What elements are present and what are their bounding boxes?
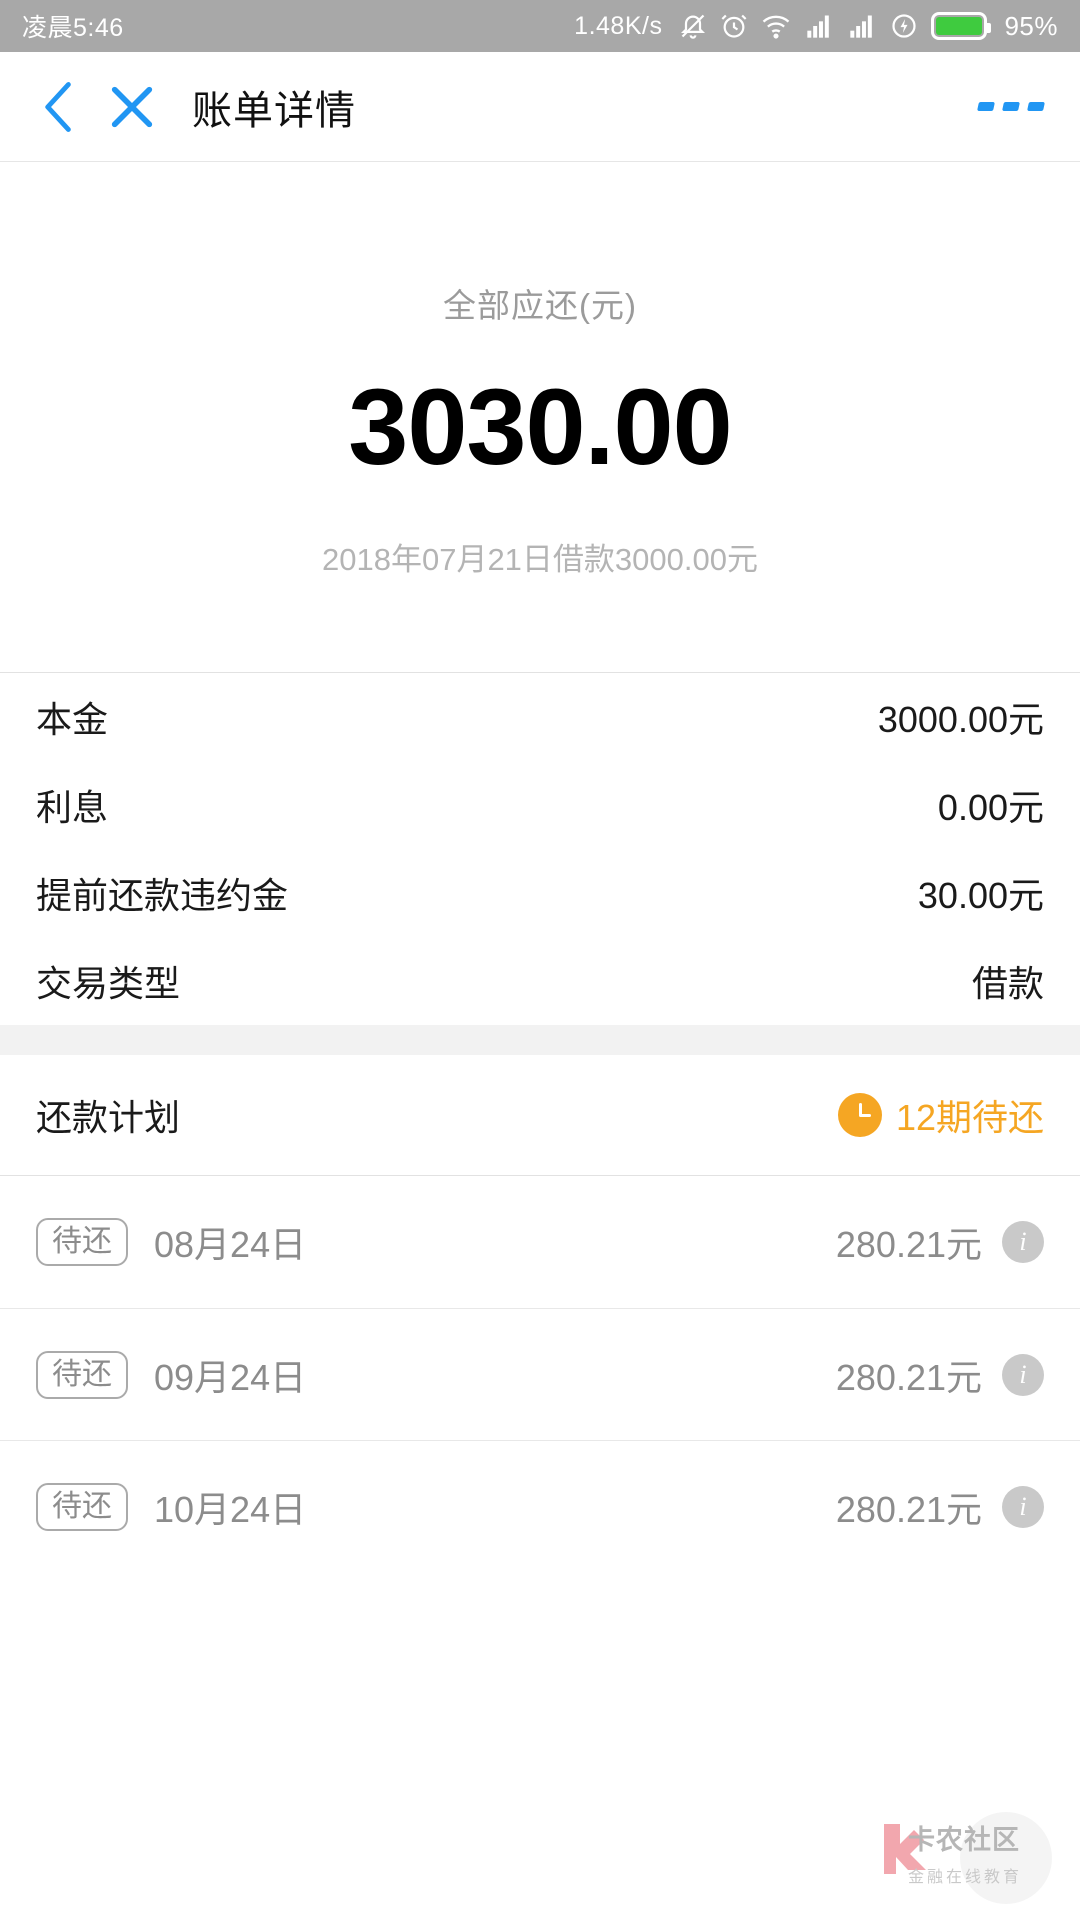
list-item[interactable]: 待还 08月24日 280.21元 i: [0, 1176, 1080, 1308]
list-item[interactable]: 待还 10月24日 280.21元 i: [0, 1440, 1080, 1572]
installment-right: 280.21元 i: [836, 1216, 1044, 1268]
summary-section: 全部应还(元) 3030.00 2018年07月21日借款3000.00元: [0, 162, 1080, 672]
info-circle-icon[interactable]: i: [1002, 1221, 1044, 1263]
installment-date: 08月24日: [154, 1224, 307, 1265]
table-row: 本金 3000.00元: [36, 673, 1044, 761]
status-bar-left: 凌晨5:46: [22, 8, 124, 44]
battery-icon: [931, 12, 992, 40]
installment-amount: 280.21元: [835, 1356, 982, 1398]
watermark-text: 卡农社区 金融在线教育: [908, 1818, 1022, 1887]
loan-details-list: 本金 3000.00元 利息 0.00元 提前还款违约金 30.00元 交易类型…: [0, 673, 1080, 1025]
watermark-name: 卡农社区: [908, 1825, 1020, 1856]
installment-right: 280.21元 i: [836, 1349, 1044, 1401]
total-due-label: 全部应还(元): [443, 287, 637, 325]
network-speed-text: 1.48K/s: [574, 11, 663, 40]
back-chevron-icon[interactable]: [36, 77, 82, 137]
row-value: 3000.00元: [877, 699, 1044, 740]
page-title: 账单详情: [192, 87, 356, 134]
total-due-amount: 3030.00: [348, 366, 732, 488]
info-circle-icon[interactable]: i: [1002, 1485, 1044, 1528]
watermark-circle: [960, 1812, 1052, 1904]
list-item[interactable]: 待还 09月24日 280.21元 i: [0, 1308, 1080, 1440]
row-label: 提前还款违约金: [36, 875, 289, 916]
installment-amount: 280.21元: [835, 1488, 982, 1530]
info-circle-icon[interactable]: i: [1002, 1353, 1044, 1396]
table-row: 利息 0.00元: [36, 761, 1044, 849]
battery-percent-text: 95%: [1004, 10, 1058, 41]
row-value: 0.00元: [937, 787, 1044, 828]
repayment-plan-header: 还款计划 12期待还: [0, 1055, 1080, 1175]
installment-right: 280.21元 i: [836, 1481, 1044, 1533]
row-value: 30.00元: [917, 875, 1044, 916]
wifi-icon: [761, 11, 791, 41]
status-bar-time: 凌晨5:46: [22, 14, 124, 42]
installment-date: 09月24日: [154, 1356, 307, 1398]
status-badge: 待还: [36, 1482, 128, 1531]
status-bar-right: 1.48K/s 95%: [574, 11, 1058, 42]
table-row: 提前还款违约金 30.00元: [36, 849, 1044, 937]
page-header: 账单详情: [0, 52, 1080, 162]
status-badge: 待还: [36, 1218, 128, 1266]
signal-bars-icon: [847, 12, 877, 40]
charging-bolt-icon: [890, 11, 918, 41]
app-screen: 凌晨5:46 1.48K/s 95% 账单详情 全部应还(元) 3030.00 …: [0, 0, 1080, 1920]
watermark-subtitle: 金融在线教育: [908, 1869, 1023, 1886]
repayment-plan-title: 还款计划: [36, 1097, 181, 1138]
more-dots-icon[interactable]: [977, 102, 1045, 111]
installment-date: 10月24日: [154, 1488, 307, 1530]
table-row: 交易类型 借款: [36, 937, 1044, 1025]
close-x-icon[interactable]: [106, 81, 158, 133]
signal-bars-icon: [804, 12, 834, 40]
status-bar: 凌晨5:46 1.48K/s 95%: [0, 0, 1080, 52]
loan-origin-subtitle: 2018年07月21日借款3000.00元: [322, 541, 758, 577]
row-label: 利息: [36, 787, 109, 828]
alarm-clock-icon: [720, 11, 748, 41]
row-label: 本金: [36, 699, 109, 740]
repayment-plan-status: 12期待还: [837, 1089, 1044, 1141]
status-badge: 12期待还: [895, 1097, 1044, 1138]
row-value: 借款: [971, 963, 1044, 1004]
watermark-logo-icon: [874, 1820, 930, 1882]
row-label: 交易类型: [36, 963, 181, 1004]
installment-amount: 280.21元: [835, 1224, 982, 1265]
bell-muted-icon: [679, 11, 707, 41]
status-badge: 待还: [36, 1350, 128, 1399]
clock-icon: [837, 1093, 882, 1137]
watermark: 卡农社区 金融在线教育: [850, 1794, 1070, 1914]
section-spacer: [0, 1025, 1080, 1055]
